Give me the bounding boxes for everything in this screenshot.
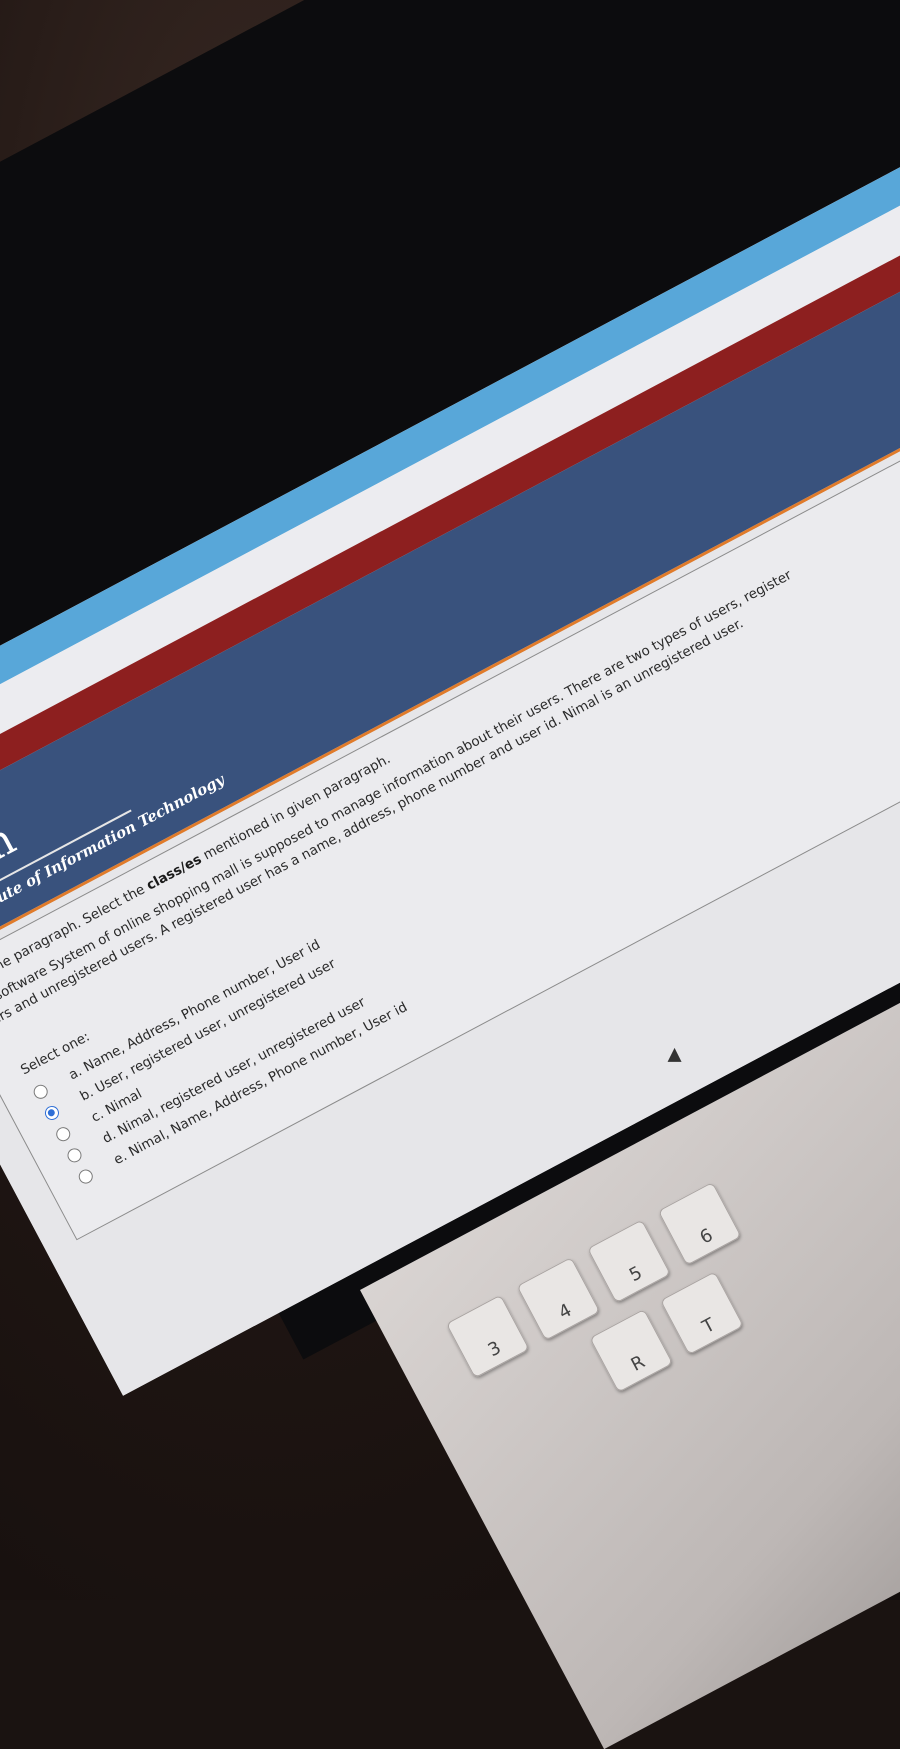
key-6[interactable]: 6	[657, 1181, 742, 1266]
key-label: 6	[696, 1224, 717, 1249]
key-label: R	[627, 1351, 649, 1376]
key-5[interactable]: 5	[587, 1219, 671, 1304]
key-label: 5	[625, 1262, 646, 1287]
radio-a[interactable]	[31, 1082, 51, 1102]
radio-c[interactable]	[53, 1124, 73, 1144]
key-r[interactable]: R	[589, 1308, 674, 1393]
radio-d[interactable]	[65, 1145, 84, 1165]
key-label: 4	[555, 1299, 576, 1324]
key-4[interactable]: 4	[516, 1256, 601, 1341]
key-3[interactable]: 3	[445, 1294, 530, 1379]
mouse-cursor-icon	[667, 1047, 682, 1062]
key-label: 3	[484, 1337, 505, 1362]
radio-b[interactable]	[42, 1103, 62, 1123]
key-t[interactable]: T	[659, 1271, 744, 1356]
key-label: T	[698, 1314, 719, 1338]
radio-e[interactable]	[76, 1167, 96, 1187]
